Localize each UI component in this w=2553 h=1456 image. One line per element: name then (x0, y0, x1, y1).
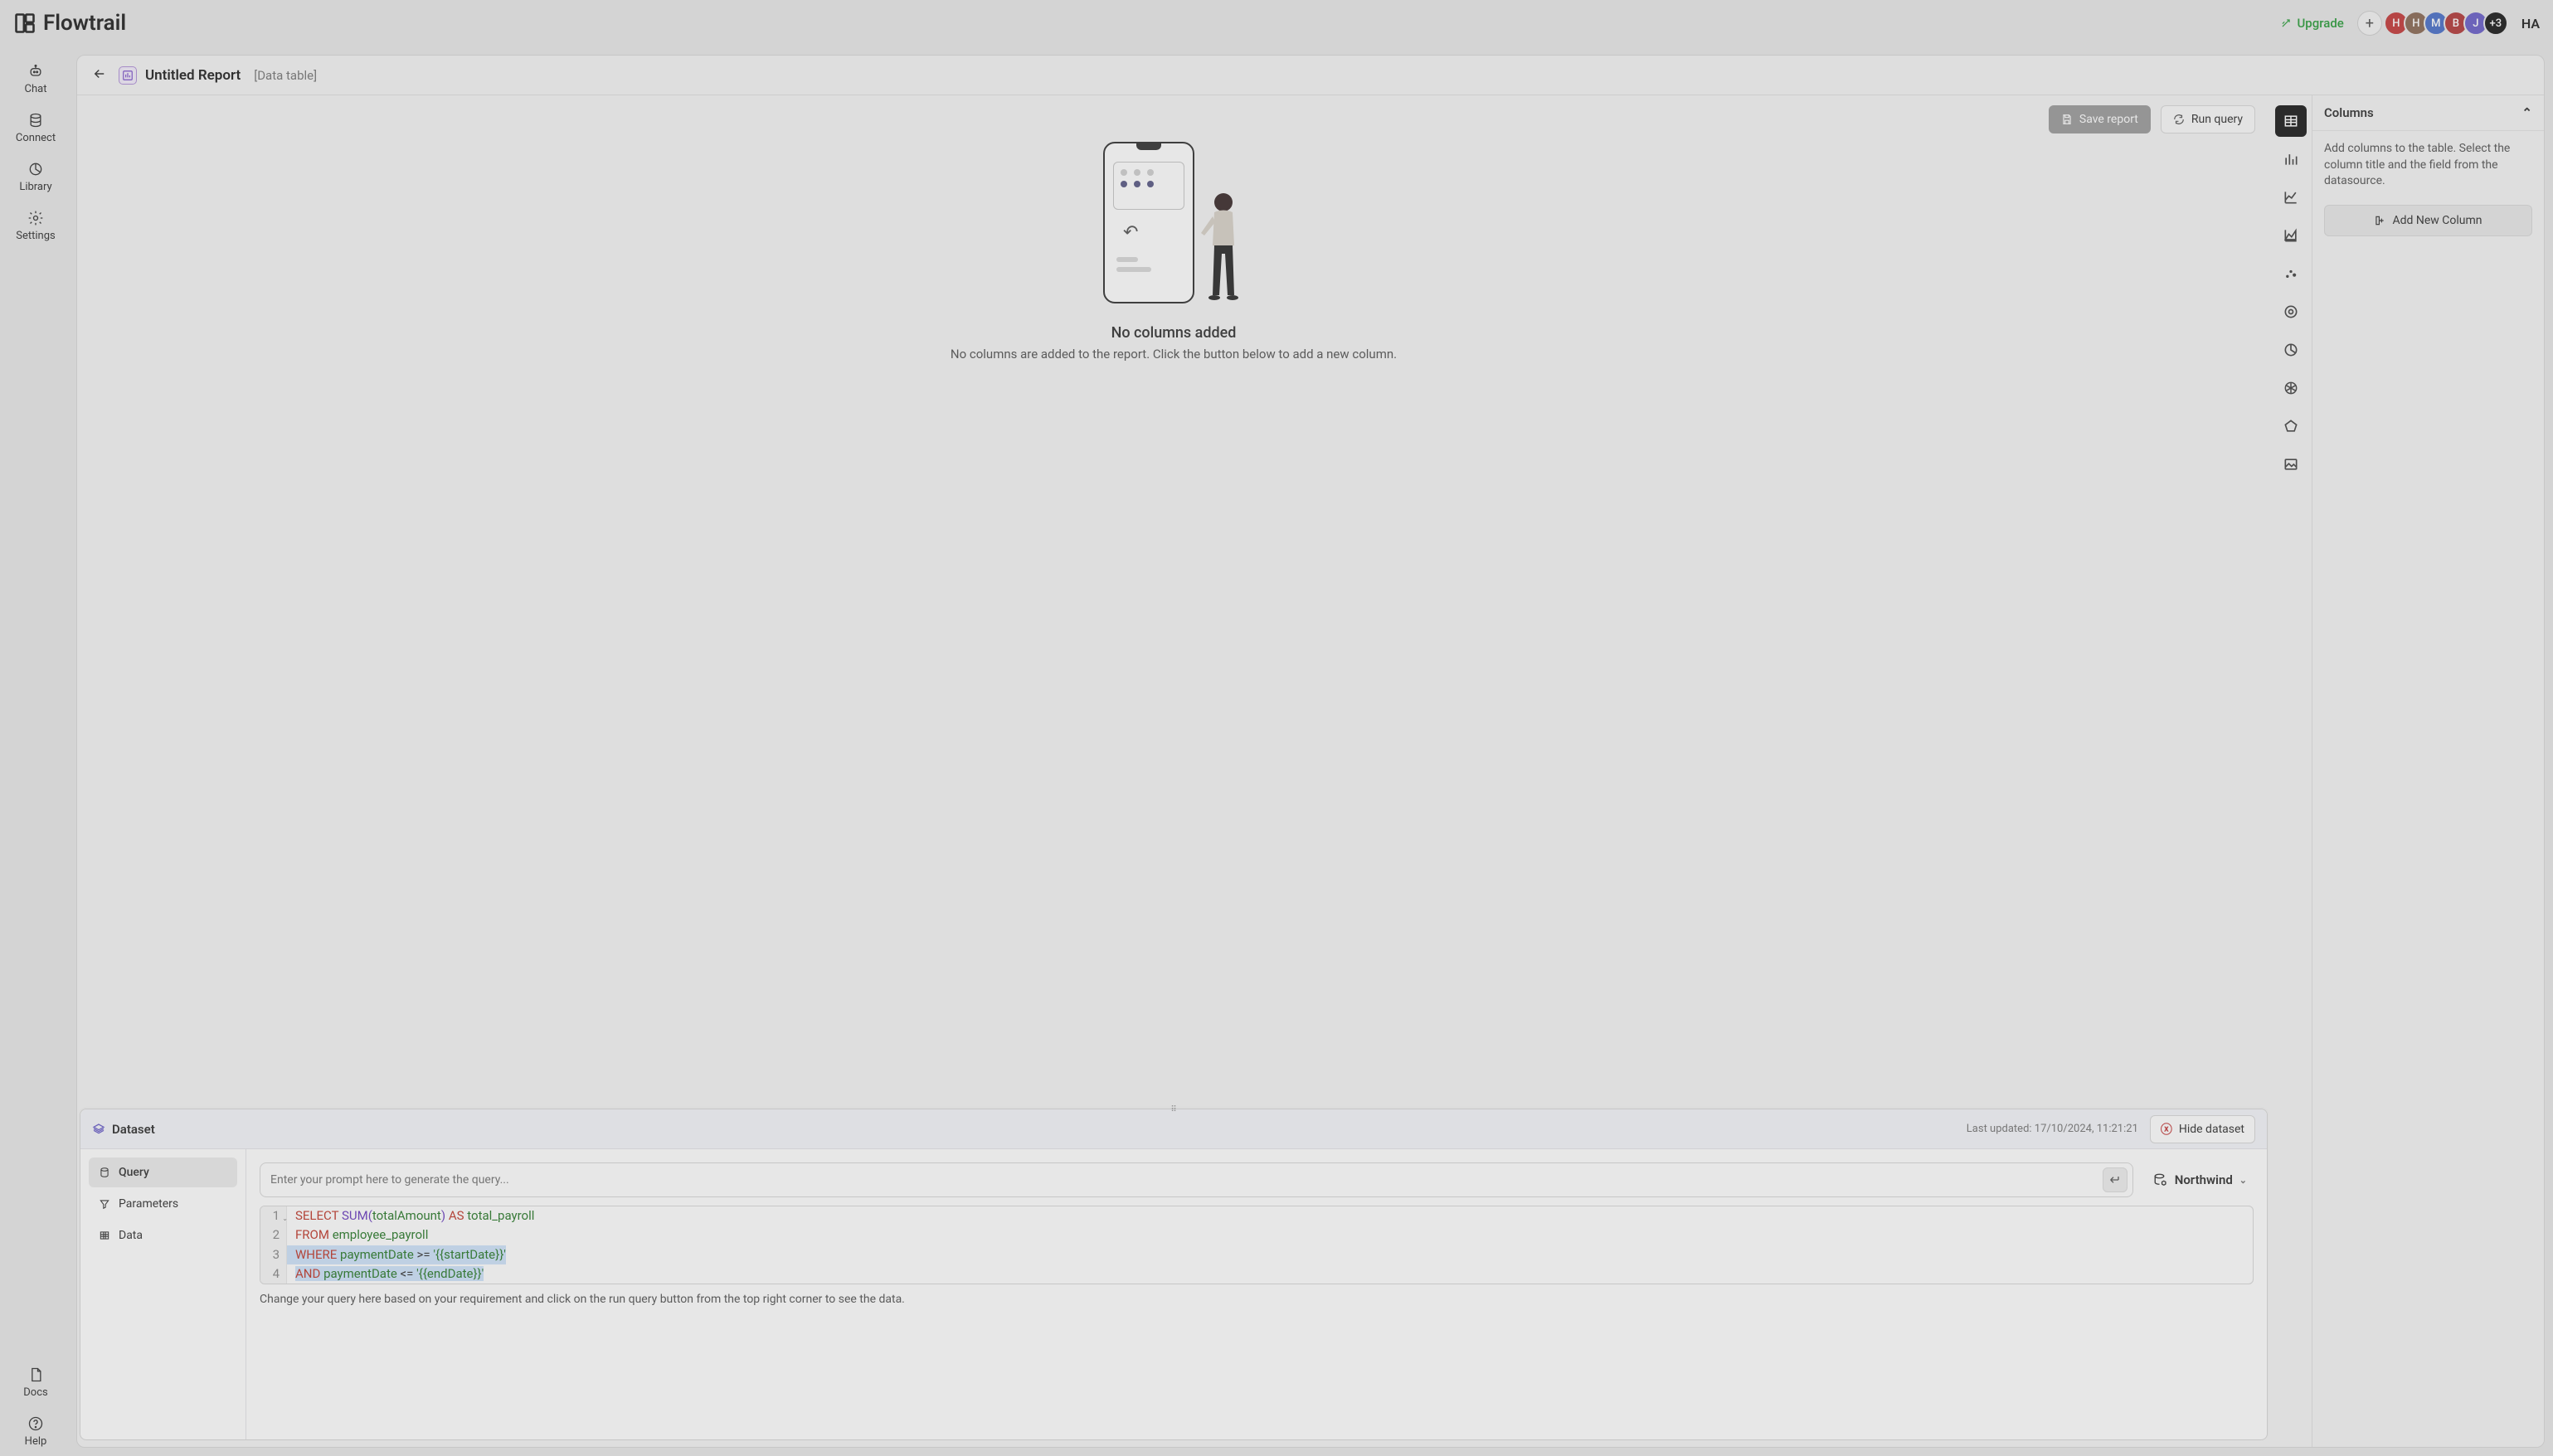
chevron-down-icon: ⌄ (2239, 1175, 2247, 1186)
save-report-button[interactable]: Save report (2049, 105, 2151, 133)
upgrade-link[interactable]: Upgrade (2280, 16, 2343, 31)
datasource-name: Northwind (2175, 1172, 2233, 1187)
chart-type-rail (2270, 95, 2312, 1447)
dataset-title: Dataset (112, 1122, 155, 1137)
chart-type-bar[interactable] (2275, 143, 2307, 175)
avatar-overflow[interactable]: +3 (2483, 11, 2508, 36)
run-query-button[interactable]: Run query (2161, 105, 2255, 133)
brand-icon (13, 12, 36, 35)
enter-icon (2108, 1173, 2122, 1187)
tab-label: Parameters (119, 1197, 178, 1211)
database-icon (99, 1167, 110, 1178)
tab-label: Query (119, 1166, 149, 1179)
dataset-panel: ⠿ Dataset Last updated: 17/10/2024, 11:2… (80, 1109, 2268, 1440)
topbar: Flowtrail Upgrade + H H M B J +3 HA (0, 0, 2553, 46)
layers-icon (92, 1123, 105, 1136)
toolbar: Save report Run query (77, 95, 2270, 133)
rail-connect[interactable]: Connect (0, 104, 71, 153)
report-panel: Untitled Report [Data table] Save report… (76, 55, 2545, 1448)
back-button[interactable] (89, 63, 110, 88)
add-column-label: Add New Column (2392, 214, 2482, 227)
pie-icon (27, 161, 44, 177)
help-icon (27, 1415, 44, 1432)
chart-type-pie[interactable] (2275, 334, 2307, 366)
chevron-up-icon[interactable]: ⌃ (2521, 105, 2532, 120)
add-column-button[interactable]: Add New Column (2324, 205, 2532, 236)
table-icon (99, 1230, 110, 1241)
rail-label: Docs (23, 1386, 47, 1399)
brand-logo[interactable]: Flowtrail (13, 11, 126, 36)
editor-help-text: Change your query here based on your req… (260, 1293, 2254, 1306)
tab-label: Data (119, 1229, 143, 1242)
rail-label: Settings (16, 230, 55, 242)
database-icon (27, 112, 44, 129)
gear-icon (27, 210, 44, 226)
doc-icon (27, 1366, 44, 1383)
run-label: Run query (2191, 113, 2243, 126)
sql-editor[interactable]: 1⌄ SELECT SUM(totalAmount) AS total_payr… (260, 1206, 2254, 1284)
rail-help[interactable]: Help (0, 1407, 71, 1456)
rail-label: Library (19, 181, 51, 193)
avatar-stack[interactable]: H H M B J +3 (2389, 11, 2508, 36)
hide-label: Hide dataset (2179, 1123, 2244, 1136)
last-updated: Last updated: 17/10/2024, 11:21:21 (1967, 1123, 2138, 1135)
add-column-icon (2374, 215, 2385, 226)
columns-panel: Columns ⌃ Add columns to the table. Sele… (2312, 95, 2544, 1447)
wand-icon (2280, 17, 2292, 29)
submit-prompt-button[interactable] (2103, 1167, 2128, 1192)
rail-label: Help (25, 1435, 47, 1448)
current-user-badge[interactable]: HA (2521, 16, 2540, 32)
dataset-tab-query[interactable]: Query (89, 1158, 237, 1187)
robot-icon (27, 63, 44, 80)
chart-type-table[interactable] (2275, 105, 2307, 137)
rail-chat[interactable]: Chat (0, 55, 71, 104)
empty-state: ↶ (77, 133, 2270, 362)
add-button[interactable]: + (2357, 11, 2382, 36)
chart-type-donut[interactable] (2275, 296, 2307, 328)
prompt-input-wrap[interactable] (260, 1162, 2133, 1197)
brand-name: Flowtrail (43, 11, 126, 36)
rail-settings[interactable]: Settings (0, 201, 71, 250)
chart-badge-icon (119, 66, 137, 85)
empty-illustration: ↶ (1103, 142, 1244, 308)
panel-header: Untitled Report [Data table] (77, 56, 2544, 95)
refresh-icon (2173, 114, 2185, 125)
columns-title: Columns (2324, 105, 2374, 120)
chart-type-scatter[interactable] (2275, 258, 2307, 289)
drag-handle-icon[interactable]: ⠿ (1161, 1105, 1186, 1114)
rail-library[interactable]: Library (0, 153, 71, 201)
close-icon: ⓧ (2161, 1121, 2172, 1138)
person-icon (1194, 187, 1252, 303)
filter-icon (99, 1198, 110, 1210)
database-gear-icon (2153, 1172, 2168, 1187)
prompt-input[interactable] (270, 1167, 2103, 1193)
left-rail: Chat Connect Library Settings Docs Help (0, 46, 71, 1456)
empty-subtitle: No columns are added to the report. Clic… (951, 347, 1397, 362)
dataset-tab-parameters[interactable]: Parameters (89, 1189, 237, 1219)
columns-desc: Add columns to the table. Select the col… (2312, 131, 2544, 200)
dataset-tab-data[interactable]: Data (89, 1221, 237, 1250)
empty-title: No columns added (1111, 324, 1237, 342)
rail-label: Connect (16, 132, 56, 144)
rail-docs[interactable]: Docs (0, 1358, 71, 1407)
chart-type-polygon[interactable] (2275, 410, 2307, 442)
chart-type-radar[interactable] (2275, 372, 2307, 404)
report-title[interactable]: Untitled Report (145, 67, 241, 84)
chart-type-area[interactable] (2275, 220, 2307, 251)
rail-label: Chat (25, 83, 47, 95)
dataset-sidebar: Query Parameters Data (80, 1149, 246, 1439)
chart-type-line[interactable] (2275, 182, 2307, 213)
datasource-selector[interactable]: Northwind ⌄ (2147, 1167, 2254, 1192)
chart-type-image[interactable] (2275, 449, 2307, 480)
report-subtitle: [Data table] (254, 68, 317, 83)
hide-dataset-button[interactable]: ⓧ Hide dataset (2150, 1115, 2255, 1143)
save-label: Save report (2079, 113, 2138, 126)
save-icon (2061, 114, 2073, 125)
upgrade-label: Upgrade (2297, 16, 2343, 31)
arrow-left-icon (92, 66, 107, 81)
